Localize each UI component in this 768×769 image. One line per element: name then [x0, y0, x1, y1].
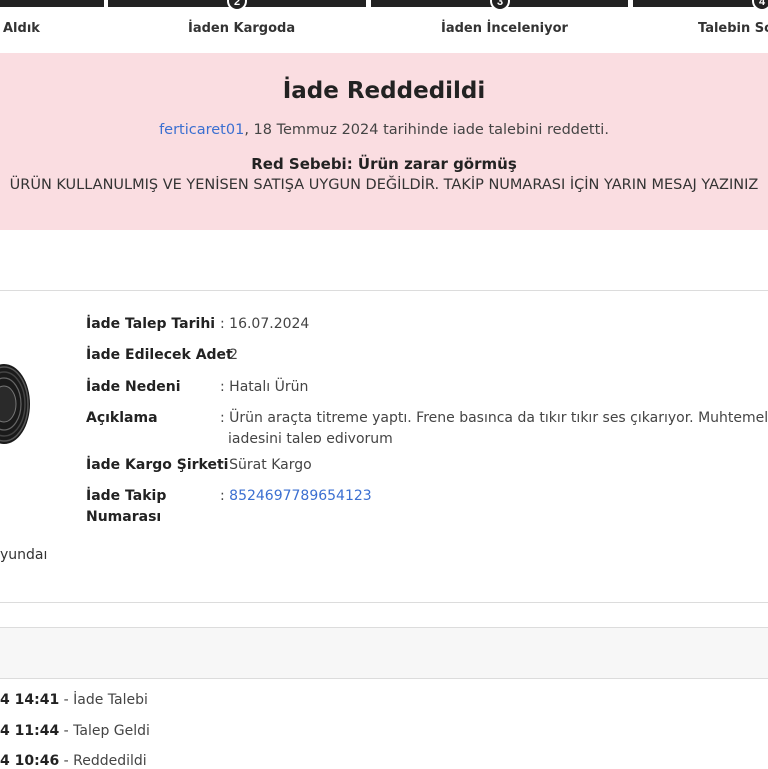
history-event: Reddedildi — [73, 753, 147, 769]
history-time: 4 11:44 — [0, 723, 60, 739]
history-row: 4 10:46 - Reddedildi — [0, 753, 147, 769]
history-time: 4 10:46 — [0, 753, 60, 769]
step-label-received: Aldık — [3, 21, 40, 36]
step-label-in-cargo: İaden Kargoda — [188, 21, 296, 36]
step-number-2: 2 — [227, 0, 247, 11]
step-bar-4 — [633, 0, 768, 7]
return-reason-label: İade Nedeni — [86, 379, 181, 395]
tracking-prefix: : — [220, 488, 230, 504]
tracking-label-line-1: İade Takip — [86, 488, 167, 504]
divider — [0, 290, 768, 291]
history-separator: - — [59, 692, 74, 708]
tracking-number-link[interactable]: 8524697789654123 — [229, 488, 372, 504]
product-image — [0, 364, 30, 444]
history-event: Talep Geldi — [73, 723, 150, 739]
divider — [0, 602, 768, 603]
banner-message-text: , 18 Temmuz 2024 tarihinde iade talebini… — [244, 122, 609, 138]
cargo-company-label: İade Kargo Şirketi — [86, 457, 229, 473]
tracking-label-line-2: Numarası — [86, 509, 162, 525]
step-label-under-review: İaden İnceleniyor — [441, 21, 568, 36]
history-row: 4 14:41 - İade Talebi — [0, 692, 148, 708]
description-label: Açıklama — [86, 410, 158, 426]
history-row: 4 11:44 - Talep Geldi — [0, 723, 150, 739]
history-separator: - — [59, 753, 74, 769]
reject-note: ÜRÜN KULLANULMIŞ VE YENİSEN SATIŞA UYGUN… — [9, 177, 759, 193]
quantity-label: İade Edilecek Adet — [86, 347, 233, 363]
description-line-1: : Ürün araçta titreme yaptı. Frene basın… — [220, 410, 768, 426]
request-date-label: İade Talep Tarihi — [86, 316, 216, 332]
banner-message: ferticaret01, 18 Temmuz 2024 tarihinde i… — [0, 122, 768, 138]
tracking-label: İade Takip Numarası — [86, 486, 166, 528]
step-bar-1 — [0, 0, 104, 7]
return-reason-value: : Hatalı Ürün — [220, 379, 309, 395]
quantity-value: : 2 — [220, 347, 239, 363]
history-event: İade Talebi — [73, 692, 148, 708]
description-line-2: iadesini talep ediyorum — [228, 431, 393, 443]
history-time: 4 14:41 — [0, 692, 60, 708]
product-name-snippet: yundaı — [0, 547, 48, 563]
step-number-4: 4 — [752, 0, 768, 11]
banner-title: İade Reddedildi — [282, 78, 486, 104]
history-separator: - — [59, 723, 74, 739]
reject-reason: Red Sebebi: Ürün zarar görmüş — [251, 155, 517, 173]
request-date-value: : 16.07.2024 — [220, 316, 310, 332]
history-header — [0, 627, 768, 679]
step-number-3: 3 — [490, 0, 510, 11]
step-label-result: Talebin So — [698, 21, 768, 36]
cargo-company-value: : Sürat Kargo — [220, 457, 312, 473]
seller-link[interactable]: ferticaret01 — [159, 122, 244, 138]
tracking-value: : 8524697789654123 — [220, 486, 372, 507]
